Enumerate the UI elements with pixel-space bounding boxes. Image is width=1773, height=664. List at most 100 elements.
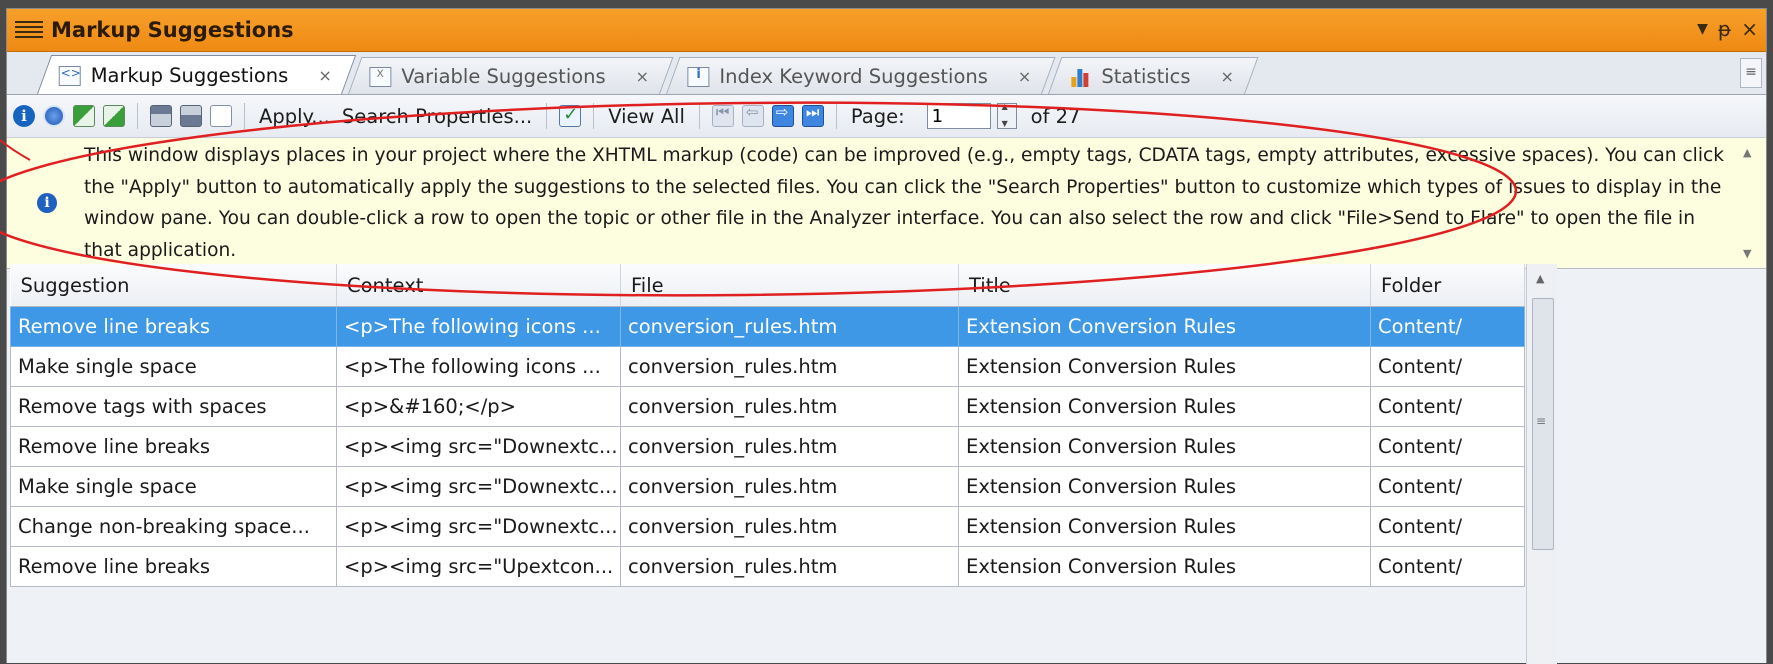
cell-title: Extension Conversion Rules — [958, 466, 1371, 507]
info-scrollbar[interactable]: ▲ ▼ — [1738, 142, 1760, 264]
print-icon[interactable] — [150, 105, 172, 127]
tab-label: Index Keyword Suggestions — [719, 64, 988, 88]
select-all-icon[interactable] — [559, 104, 582, 127]
tab-close-icon[interactable]: × — [636, 67, 649, 86]
window-dropdown-icon[interactable]: ▼ — [1697, 17, 1708, 41]
toolbar-separator — [546, 103, 548, 129]
cell-folder: Content/ — [1370, 466, 1525, 507]
cell-context: <p><img src="Downextc... — [336, 466, 621, 507]
hamburger-menu-icon[interactable] — [15, 19, 43, 41]
cell-title: Extension Conversion Rules — [958, 546, 1371, 587]
page-spinner[interactable] — [996, 102, 1017, 129]
cell-context: <p><img src="Upextcon... — [336, 546, 621, 587]
toolbar-separator — [244, 103, 245, 129]
export-all-excel-icon[interactable] — [103, 105, 125, 127]
scroll-up-icon[interactable]: ▲ — [1536, 272, 1544, 285]
cell-file: conversion_rules.htm — [620, 386, 959, 427]
table-row[interactable]: Remove line breaks <p>The following icon… — [10, 306, 1525, 347]
cell-title: Extension Conversion Rules — [958, 506, 1371, 547]
cell-suggestion: Remove line breaks — [10, 546, 337, 587]
toolbar-separator — [698, 103, 700, 129]
tab-statistics[interactable]: Statistics × — [1047, 57, 1258, 94]
cell-file: conversion_rules.htm — [620, 506, 959, 547]
grid-vertical-scrollbar[interactable]: ▲ ≡ — [1526, 264, 1557, 664]
toolbar-separator — [137, 103, 138, 129]
page-label: Page: — [850, 104, 905, 128]
refresh-icon[interactable] — [43, 105, 65, 127]
page-count: of 27 — [1030, 104, 1081, 128]
info-panel: i This window displays places in your pr… — [7, 138, 1766, 269]
cell-folder: Content/ — [1370, 306, 1525, 347]
table-row[interactable]: Remove tags with spaces <p>&#160;</p> co… — [10, 386, 1525, 427]
window-title: Markup Suggestions — [51, 18, 294, 42]
cell-context: <p><img src="Downextc... — [336, 426, 621, 467]
tab-index-keyword-suggestions[interactable]: Index Keyword Suggestions × — [665, 57, 1056, 94]
cell-file: conversion_rules.htm — [620, 426, 959, 467]
tab-label: Statistics — [1101, 64, 1191, 88]
table-row[interactable]: Make single space <p>The following icons… — [10, 346, 1525, 387]
print-all-icon[interactable] — [180, 105, 202, 127]
bar-chart-icon — [1069, 66, 1091, 86]
cell-suggestion: Make single space — [10, 466, 337, 507]
tab-label: Markup Suggestions — [90, 63, 289, 87]
tab-close-icon[interactable]: × — [1018, 67, 1031, 86]
cell-suggestion: Remove tags with spaces — [10, 386, 337, 427]
next-page-icon[interactable]: ⇨ — [771, 103, 794, 127]
close-window-icon[interactable]: × — [1741, 17, 1758, 41]
print-preview-icon[interactable] — [210, 105, 232, 127]
view-all-button[interactable]: View All — [606, 105, 687, 128]
cell-file: conversion_rules.htm — [620, 466, 959, 507]
table-row[interactable]: Make single space <p><img src="Downextc.… — [10, 466, 1525, 507]
scrollbar-grip-icon: ≡ — [1536, 414, 1547, 428]
tab-label: Variable Suggestions — [401, 64, 606, 88]
table-row[interactable]: Remove line breaks <p><img src="Upextcon… — [10, 546, 1525, 587]
info-icon[interactable]: i — [13, 105, 35, 127]
cell-folder: Content/ — [1370, 546, 1525, 587]
cell-suggestion: Remove line breaks — [10, 426, 337, 467]
info-icon: i — [37, 193, 57, 213]
toolbar-separator — [593, 103, 595, 129]
variable-icon — [369, 66, 392, 86]
tab-markup-suggestions[interactable]: Markup Suggestions × — [37, 55, 357, 94]
column-header-suggestion[interactable]: Suggestion — [10, 264, 337, 307]
cell-folder: Content/ — [1370, 506, 1525, 547]
scroll-up-icon[interactable]: ▲ — [1743, 146, 1751, 159]
cell-title: Extension Conversion Rules — [958, 426, 1371, 467]
previous-page-icon[interactable]: ⇦ — [741, 103, 764, 127]
index-icon — [687, 66, 710, 86]
grid-header-row: Suggestion Context File Title Folder — [10, 264, 1525, 307]
scroll-down-icon[interactable]: ▼ — [1743, 247, 1751, 260]
column-header-file[interactable]: File — [620, 264, 959, 307]
toolbar: i Apply... Search Properties... View All… — [7, 95, 1766, 138]
window-title-bar[interactable]: Markup Suggestions ▼ ᵽ × — [7, 9, 1766, 52]
cell-context: <p>The following icons ... — [336, 346, 621, 387]
cell-context: <p>The following icons ... — [336, 306, 621, 347]
cell-file: conversion_rules.htm — [620, 346, 959, 387]
toolbar-separator — [835, 103, 837, 129]
table-row[interactable]: Remove line breaks <p><img src="Downextc… — [10, 426, 1525, 467]
column-header-folder[interactable]: Folder — [1370, 264, 1525, 307]
cell-suggestion: Change non-breaking space... — [10, 506, 337, 547]
tab-variable-suggestions[interactable]: Variable Suggestions × — [348, 57, 674, 94]
tab-close-icon[interactable]: × — [319, 66, 332, 85]
tab-close-icon[interactable]: × — [1220, 67, 1233, 86]
cell-folder: Content/ — [1370, 426, 1525, 467]
apply-button[interactable]: Apply... — [257, 105, 332, 128]
search-properties-button[interactable]: Search Properties... — [340, 105, 534, 128]
export-excel-icon[interactable] — [73, 105, 95, 127]
table-row[interactable]: Change non-breaking space... <p><img src… — [10, 506, 1525, 547]
cell-folder: Content/ — [1370, 346, 1525, 387]
tab-strip: Markup Suggestions × Variable Suggestion… — [7, 52, 1766, 95]
cell-title: Extension Conversion Rules — [958, 346, 1371, 387]
tab-list-menu-icon[interactable]: ≡ — [1740, 58, 1762, 88]
column-header-context[interactable]: Context — [336, 264, 621, 307]
cell-context: <p>&#160;</p> — [336, 386, 621, 427]
last-page-icon[interactable]: ⏭ — [801, 103, 824, 127]
first-page-icon[interactable]: ⏮ — [711, 103, 734, 127]
pin-icon[interactable]: ᵽ — [1718, 17, 1731, 41]
cell-title: Extension Conversion Rules — [958, 386, 1371, 427]
cell-suggestion: Make single space — [10, 346, 337, 387]
page-number-input[interactable] — [926, 103, 991, 129]
cell-context: <p><img src="Downextc... — [336, 506, 621, 547]
column-header-title[interactable]: Title — [958, 264, 1371, 307]
